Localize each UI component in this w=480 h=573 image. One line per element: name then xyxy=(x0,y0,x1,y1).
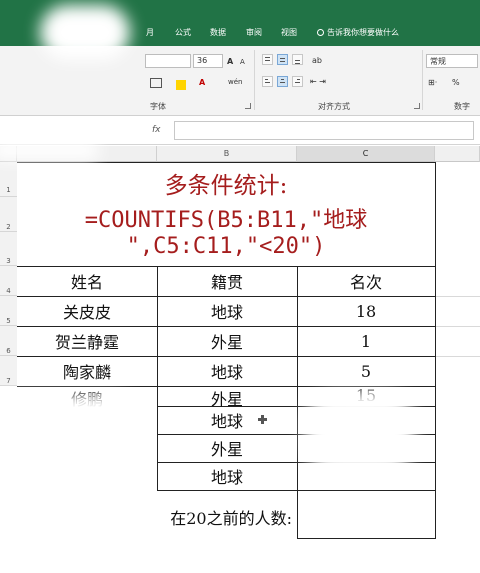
row-header-6[interactable]: 6 xyxy=(0,326,17,356)
tab-data[interactable]: 数据 xyxy=(210,27,226,43)
alignment-dialog-launcher-icon[interactable] xyxy=(414,103,420,109)
tell-me-search[interactable]: 告诉我你想要做什么 xyxy=(317,27,399,38)
title-line-2: =COUNTIFS(B5:B11,"地球 xyxy=(84,208,368,233)
align-right-button[interactable] xyxy=(292,76,303,87)
header-name[interactable]: 姓名 xyxy=(17,266,157,296)
cell-name-1[interactable]: 关皮皮 xyxy=(17,296,157,326)
cell-origin-5[interactable]: 地球 xyxy=(157,406,297,434)
blur-overlay xyxy=(0,140,100,160)
cell-origin-3[interactable]: 地球 xyxy=(157,356,297,386)
font-color-icon[interactable]: A xyxy=(199,78,205,87)
tab-page-layout[interactable]: 月 xyxy=(146,27,154,43)
alignment-group-label: 对齐方式 xyxy=(318,102,350,111)
align-center-button[interactable] xyxy=(277,76,288,87)
divider xyxy=(422,50,423,110)
row-header-3[interactable]: 3 xyxy=(0,232,17,266)
border-line xyxy=(435,266,436,491)
search-icon xyxy=(317,29,324,36)
number-format-value: 常规 xyxy=(430,57,446,66)
gridline xyxy=(435,326,480,327)
border-line xyxy=(435,162,436,267)
align-top-button[interactable] xyxy=(262,54,273,65)
tell-me-text: 告诉我你想要做什么 xyxy=(327,28,399,37)
cell-rank-3[interactable]: 5 xyxy=(297,356,435,386)
orientation-icon[interactable]: ab xyxy=(312,56,322,65)
column-header-c[interactable]: C xyxy=(297,146,435,162)
align-middle-button[interactable] xyxy=(277,54,288,65)
phonetic-label: wén xyxy=(228,78,243,86)
cell-origin-1[interactable]: 地球 xyxy=(157,296,297,326)
cell-cursor-icon xyxy=(258,415,267,424)
header-rank[interactable]: 名次 xyxy=(297,266,435,296)
header-origin[interactable]: 籍贯 xyxy=(157,266,297,296)
currency-icon[interactable]: ⊞· xyxy=(428,78,437,87)
summary-result-cell[interactable] xyxy=(298,491,435,538)
cell-origin-2[interactable]: 外星 xyxy=(157,326,297,356)
align-bottom-button[interactable] xyxy=(292,54,303,65)
number-format-box[interactable]: 常规 xyxy=(426,54,478,68)
cell-name-3[interactable]: 陶家麟 xyxy=(17,356,157,386)
number-group-label: 数字 xyxy=(454,102,470,111)
blur-overlay xyxy=(40,5,130,60)
divider xyxy=(254,50,255,110)
blur-overlay xyxy=(0,395,140,515)
border-icon[interactable] xyxy=(150,78,162,88)
column-header-b[interactable]: B xyxy=(157,146,297,162)
gridline xyxy=(435,356,480,357)
cell-rank-1[interactable]: 18 xyxy=(297,296,435,326)
tab-view[interactable]: 视图 xyxy=(281,27,297,43)
formula-title[interactable]: 多条件统计: =COUNTIFS(B5:B11,"地球 ",C5:C11,"<2… xyxy=(17,162,435,266)
align-left-button[interactable] xyxy=(262,76,273,87)
row-header-1[interactable]: 1 xyxy=(0,162,17,197)
border-line xyxy=(297,538,436,539)
phonetic-button[interactable]: wén xyxy=(228,78,242,86)
font-group-label: 字体 xyxy=(150,102,166,111)
cell-origin-4[interactable]: 外星 xyxy=(157,386,297,409)
fill-color-icon[interactable] xyxy=(176,80,186,90)
border-line xyxy=(435,490,436,539)
percent-button[interactable]: % xyxy=(452,78,460,87)
font-name-box[interactable] xyxy=(145,54,191,68)
row-header-7[interactable]: 7 xyxy=(0,356,17,386)
border-line xyxy=(17,162,436,163)
indent-icon[interactable]: ⇤ ⇥ xyxy=(310,77,326,86)
formula-input[interactable] xyxy=(174,121,474,140)
row-header-4[interactable]: 4 xyxy=(0,266,17,296)
tab-formulas[interactable]: 公式 xyxy=(175,27,191,43)
font-size-box[interactable]: 36 xyxy=(193,54,223,68)
title-line-3: ",C5:C11,"<20") xyxy=(126,234,326,259)
row-header-2[interactable]: 2 xyxy=(0,197,17,232)
cell-origin-6[interactable]: 外星 xyxy=(157,434,297,462)
grow-font-button[interactable]: A xyxy=(227,57,233,66)
cell-origin-7[interactable]: 地球 xyxy=(157,462,297,490)
row-header-5[interactable]: 5 xyxy=(0,296,17,326)
title-line-1: 多条件统计: xyxy=(164,173,288,199)
tab-review[interactable]: 审阅 xyxy=(246,27,262,43)
font-dialog-launcher-icon[interactable] xyxy=(245,103,251,109)
shrink-font-button[interactable]: A xyxy=(240,58,245,66)
cell-rank-2[interactable]: 1 xyxy=(297,326,435,356)
cell-name-2[interactable]: 贺兰静霆 xyxy=(17,326,157,356)
blur-overlay xyxy=(305,392,415,474)
fx-icon[interactable]: fx xyxy=(152,125,161,135)
font-size-value: 36 xyxy=(197,56,208,65)
column-header-d[interactable] xyxy=(435,146,480,162)
gridline xyxy=(435,296,480,297)
